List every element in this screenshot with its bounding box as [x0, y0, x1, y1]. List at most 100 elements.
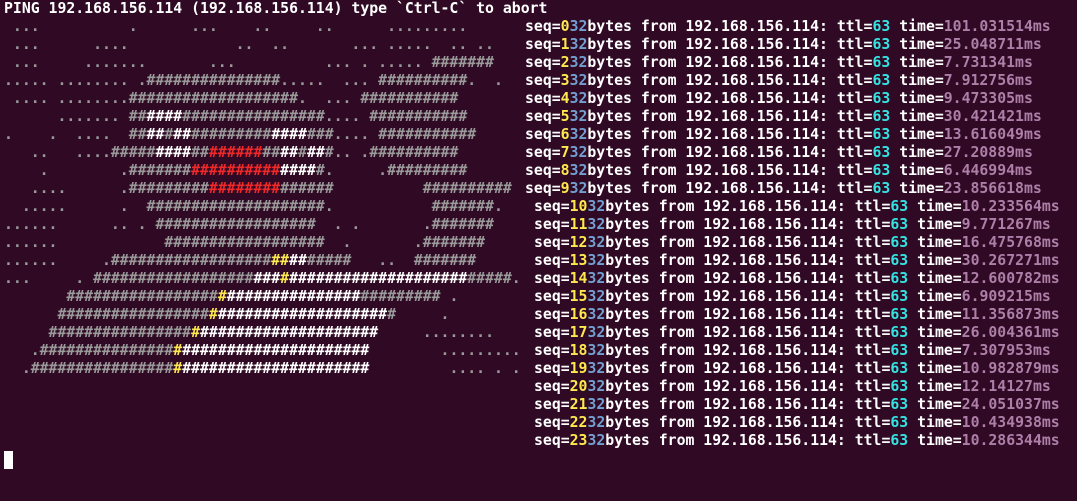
ascii-art-segment: ###### ########## — [280, 180, 512, 197]
ping-command-banner: PING 192.168.156.114 (192.168.156.114) t… — [4, 0, 548, 17]
bytes-count: 32 — [587, 432, 606, 449]
ttl-value: 63 — [872, 162, 891, 179]
ttl-value: 63 — [890, 324, 909, 341]
ascii-art-segment: #### — [155, 144, 192, 161]
bytes-count: 32 — [587, 342, 606, 359]
ascii-art-segment: #################### — [289, 270, 468, 287]
ascii-art-row: ... .... .. .. ... ..... .. .. — [4, 36, 494, 53]
bytes-count: 32 — [569, 162, 588, 179]
ascii-art-segment: ### — [253, 270, 281, 287]
ttl-value: 63 — [872, 36, 891, 53]
time-label: time= — [899, 108, 944, 125]
ascii-art-segment: ## — [173, 126, 192, 143]
time-label: time= — [917, 234, 962, 251]
ascii-art-segment: ## — [191, 144, 209, 161]
ttl-value: 63 — [872, 18, 891, 35]
seq-label: seq= — [534, 216, 570, 233]
ping-response-line: seq=1332bytes from 192.168.156.114: ttl=… — [534, 252, 1060, 270]
ttl-value: 63 — [890, 288, 909, 305]
terminal-cursor[interactable] — [4, 451, 13, 469]
seq-label: seq= — [534, 324, 570, 341]
time-value: 25.048711ms — [943, 36, 1042, 53]
ascii-art-segment: ######### — [191, 126, 272, 143]
time-value: 6.446994ms — [943, 162, 1033, 179]
time-value: 6.909215ms — [961, 288, 1051, 305]
ascii-art-row: ..... ........ .###############..... ...… — [4, 72, 503, 89]
seq-number: 23 — [569, 432, 588, 449]
ascii-art-segment: ################# — [4, 288, 218, 305]
ascii-art-segment: .... . . — [369, 360, 521, 377]
ttl-value: 63 — [872, 126, 891, 143]
ascii-art-segment: ######### . — [360, 288, 459, 305]
seq-label: seq= — [534, 432, 570, 449]
time-label: time= — [917, 378, 962, 395]
ascii-art-segment: # — [217, 288, 227, 305]
ttl-value: 63 — [890, 234, 909, 251]
ascii-art-segment: # — [208, 306, 218, 323]
ascii-art-segment: # . — [387, 306, 450, 323]
ping-response-line: seq=1232bytes from 192.168.156.114: ttl=… — [534, 234, 1060, 252]
ascii-art-row: .... ........###################. ... ##… — [4, 90, 458, 107]
time-label: time= — [899, 162, 944, 179]
ascii-art-segment: . . .... ## — [4, 126, 147, 143]
time-value: 10.982879ms — [961, 360, 1060, 377]
bytes-from-label: bytes from 192.168.156.114: ttl= — [587, 180, 873, 197]
bytes-count: 32 — [587, 324, 606, 341]
terminal-window[interactable]: PING 192.168.156.114 (192.168.156.114) t… — [0, 0, 1077, 501]
ascii-art-segment: .... ........###################. ... ##… — [4, 90, 459, 107]
bytes-from-label: bytes from 192.168.156.114: ttl= — [605, 324, 891, 341]
time-value: 101.031514ms — [943, 18, 1051, 35]
ping-response-line: seq=1932bytes from 192.168.156.114: ttl=… — [534, 360, 1060, 378]
time-value: 30.421421ms — [943, 108, 1042, 125]
ascii-art-segment: # — [298, 144, 307, 161]
ascii-art-segment: ... . ... .. .. ......... — [4, 18, 468, 35]
ascii-art-segment: ################.... ########### — [182, 108, 468, 125]
seq-label: seq= — [534, 414, 570, 431]
ttl-value: 63 — [890, 306, 909, 323]
ascii-art-segment: ########## — [191, 162, 281, 179]
ascii-art-row: . . .... #######################.... ###… — [4, 126, 476, 143]
seq-label: seq= — [525, 180, 561, 197]
ttl-value: 63 — [890, 216, 909, 233]
ascii-art-segment: #### — [280, 162, 316, 179]
ascii-art-segment: #### — [146, 108, 183, 125]
bytes-count: 32 — [587, 234, 606, 251]
ping-response-line: seq=1732bytes from 192.168.156.114: ttl=… — [534, 324, 1060, 342]
ascii-art-bird: ... . ... .. .. ......... ... .... .. ..… — [4, 18, 521, 378]
seq-number: 6 — [560, 126, 570, 143]
time-label: time= — [917, 396, 962, 413]
time-label: time= — [917, 342, 962, 359]
time-value: 7.912756ms — [943, 72, 1033, 89]
ascii-art-row: ...... .########################### .. #… — [4, 252, 476, 269]
ascii-art-segment: .. ....##### — [4, 144, 156, 161]
bytes-from-label: bytes from 192.168.156.114: ttl= — [605, 234, 891, 251]
bytes-from-label: bytes from 192.168.156.114: ttl= — [605, 342, 891, 359]
time-value: 9.473305ms — [943, 90, 1033, 107]
ttl-value: 63 — [890, 270, 909, 287]
bytes-count: 32 — [569, 108, 588, 125]
bytes-count: 32 — [569, 126, 588, 143]
ascii-art-segment: ######## — [208, 180, 281, 197]
ascii-art-row: ###################################### . — [4, 306, 449, 323]
bytes-from-label: bytes from 192.168.156.114: ttl= — [605, 216, 891, 233]
ping-response-line: seq=2232bytes from 192.168.156.114: ttl=… — [534, 414, 1060, 432]
bytes-count: 32 — [569, 144, 588, 161]
time-value: 10.434938ms — [961, 414, 1060, 431]
bytes-count: 32 — [569, 72, 588, 89]
ascii-art-segment: .################ — [4, 360, 174, 377]
seq-number: 21 — [569, 396, 588, 413]
time-label: time= — [899, 126, 944, 143]
ascii-art-segment: ## — [289, 252, 307, 269]
bytes-count: 32 — [587, 306, 606, 323]
seq-number: 9 — [560, 180, 570, 197]
time-value: 16.475768ms — [961, 234, 1060, 251]
ascii-art-segment: ......... — [369, 342, 521, 359]
ping-response-line: seq=2032bytes from 192.168.156.114: ttl=… — [534, 378, 1051, 396]
ascii-art-segment: #. .######### — [315, 162, 468, 179]
seq-number: 20 — [569, 378, 588, 395]
ping-response-line: seq=1832bytes from 192.168.156.114: ttl=… — [534, 342, 1051, 360]
ascii-art-row: . .######################. .######### — [4, 162, 468, 179]
ping-response-line: seq=232bytes from 192.168.156.114: ttl=6… — [525, 54, 1033, 72]
time-value: 27.20889ms — [943, 144, 1033, 161]
bytes-count: 32 — [587, 360, 606, 377]
